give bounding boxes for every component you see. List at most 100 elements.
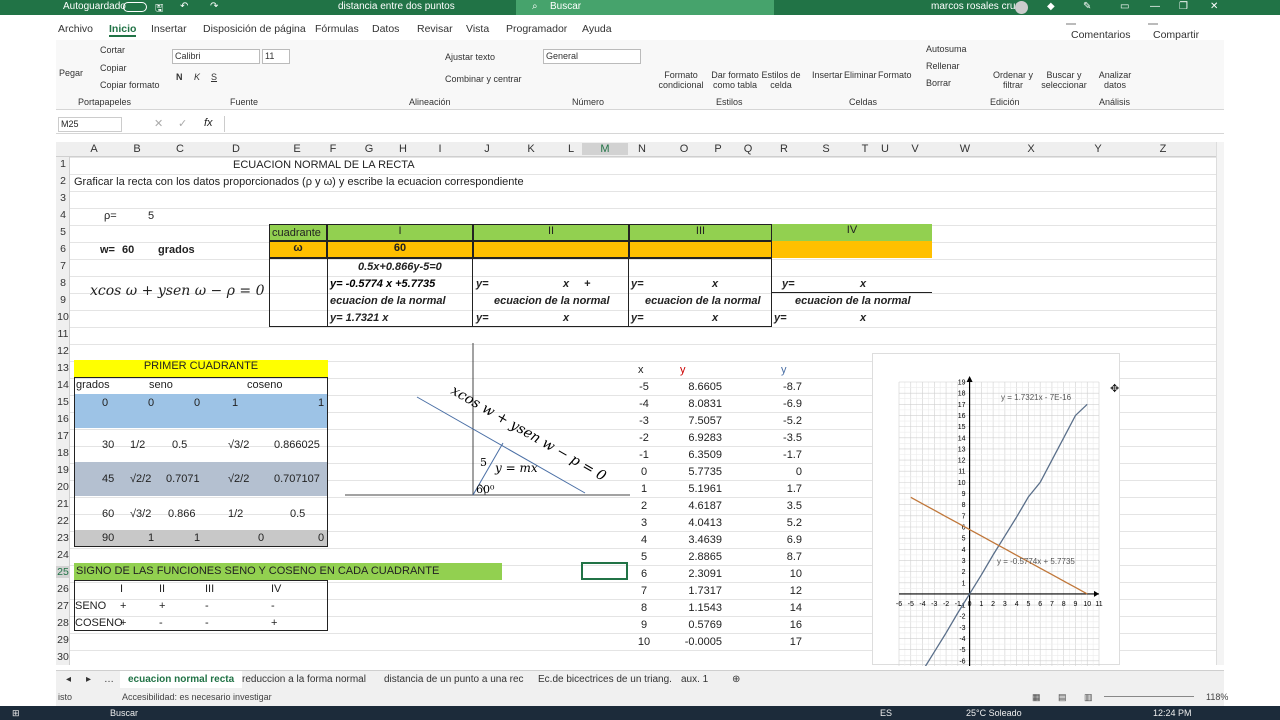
- coseno-label[interactable]: COSENO: [75, 615, 123, 631]
- clear-button[interactable]: Borrar: [926, 78, 951, 88]
- col-header[interactable]: V: [896, 143, 934, 155]
- y-value-cell[interactable]: 4.0413: [664, 515, 722, 531]
- trig-cell[interactable]: 1: [194, 530, 200, 546]
- col-header[interactable]: Y: [1066, 143, 1130, 155]
- trig-cell[interactable]: 0.5: [290, 506, 305, 522]
- x-value-cell[interactable]: -2: [630, 430, 658, 446]
- seno-sign[interactable]: -: [271, 598, 275, 614]
- trig-cell[interactable]: 90: [102, 530, 114, 546]
- tab-disposicion[interactable]: Disposición de página: [203, 23, 306, 35]
- y-value-cell[interactable]: 1.7317: [664, 583, 722, 599]
- more-sheets-icon[interactable]: …: [104, 674, 114, 685]
- omega-cell-iv[interactable]: [772, 241, 932, 258]
- y-value-cell[interactable]: 6.3509: [664, 447, 722, 463]
- trig-cell[interactable]: 0.5: [172, 437, 187, 453]
- trig-cell[interactable]: 0.7071: [166, 471, 200, 487]
- normal-eq-ii[interactable]: y=: [476, 310, 489, 326]
- tab-archivo[interactable]: Archivo: [58, 23, 93, 35]
- row-header[interactable]: 27: [56, 600, 70, 612]
- trig-cell[interactable]: 1/2: [228, 506, 243, 522]
- row-header[interactable]: 20: [56, 481, 70, 493]
- col-header[interactable]: J: [472, 143, 502, 155]
- row-header[interactable]: 3: [56, 192, 70, 204]
- col-header[interactable]: C: [156, 143, 204, 155]
- merge-center-button[interactable]: Combinar y centrar: [445, 74, 522, 84]
- trig-cell[interactable]: 0: [102, 395, 108, 411]
- quadrant-ii-header[interactable]: II: [473, 224, 629, 241]
- analyze-data-button[interactable]: Analizar datos: [1096, 70, 1134, 90]
- font-size-select[interactable]: 11: [262, 49, 290, 64]
- tab-ayuda[interactable]: Ayuda: [582, 23, 612, 35]
- trig-cell[interactable]: 30: [102, 437, 114, 453]
- x-value-cell[interactable]: 8: [630, 600, 658, 616]
- x-value-cell[interactable]: 2: [630, 498, 658, 514]
- comments-button[interactable]: Comentarios: [1066, 23, 1131, 41]
- quadrant-side-box[interactable]: [269, 258, 328, 327]
- cell-styles-button[interactable]: Estilos de celda: [760, 70, 802, 90]
- sort-filter-button[interactable]: Ordenar y filtrar: [990, 70, 1036, 90]
- y-col-header[interactable]: y: [680, 362, 686, 378]
- trig-cell[interactable]: 0: [148, 395, 154, 411]
- x-value-cell[interactable]: 3: [630, 515, 658, 531]
- col-header[interactable]: Z: [1130, 143, 1196, 155]
- col-header[interactable]: H: [398, 143, 408, 155]
- zoom-slider[interactable]: [1104, 696, 1194, 697]
- col-header[interactable]: B: [118, 143, 156, 155]
- y-value-cell[interactable]: 8.6605: [664, 379, 722, 395]
- col-header[interactable]: N: [628, 143, 656, 155]
- accessibility-status[interactable]: Accesibilidad: es necesario investigar: [122, 692, 272, 702]
- underline-button[interactable]: S: [211, 72, 217, 82]
- row-header[interactable]: 4: [56, 209, 70, 221]
- col-header[interactable]: G: [340, 143, 398, 155]
- omega-cell-ii[interactable]: [473, 241, 629, 258]
- x-value-cell[interactable]: 5: [630, 549, 658, 565]
- confirm-icon[interactable]: ✓: [178, 117, 187, 130]
- rho-label[interactable]: ρ=: [104, 208, 117, 224]
- cancel-icon[interactable]: ✕: [154, 117, 163, 130]
- tab-datos[interactable]: Datos: [372, 23, 399, 35]
- y2-value-cell[interactable]: 17: [746, 634, 802, 650]
- y-value-cell[interactable]: 8.0831: [664, 396, 722, 412]
- fill-button[interactable]: Rellenar: [926, 61, 960, 71]
- signo-hdr[interactable]: I: [120, 581, 123, 597]
- autosave-toggle[interactable]: [123, 2, 147, 12]
- col-header[interactable]: L: [560, 143, 582, 155]
- maximize-icon[interactable]: ❐: [1179, 1, 1188, 12]
- sheet-tab[interactable]: Ec.de bicectrices de un triang.: [538, 674, 672, 685]
- italic-button[interactable]: K: [194, 72, 200, 82]
- col-header[interactable]: W: [934, 143, 996, 155]
- y-value-cell[interactable]: 4.6187: [664, 498, 722, 514]
- y-value-cell[interactable]: 6.9283: [664, 430, 722, 446]
- clock[interactable]: 12:24 PM: [1153, 708, 1192, 718]
- sheet-title[interactable]: ECUACION NORMAL DE LA RECTA: [233, 157, 415, 173]
- row-header[interactable]: 11: [56, 328, 70, 340]
- y2-value-cell[interactable]: 12: [746, 583, 802, 599]
- row-header[interactable]: 8: [56, 277, 70, 289]
- col-header[interactable]: K: [502, 143, 560, 155]
- col-header[interactable]: I: [408, 143, 472, 155]
- seno-label[interactable]: SENO: [75, 598, 106, 614]
- y-value-cell[interactable]: 3.4639: [664, 532, 722, 548]
- sheet-subtitle[interactable]: Graficar la recta con los datos proporci…: [74, 174, 524, 190]
- row-header[interactable]: 17: [56, 430, 70, 442]
- normal-eq-iii[interactable]: y=: [631, 310, 644, 326]
- y2-value-cell[interactable]: -3.5: [746, 430, 802, 446]
- y-value-cell[interactable]: 7.5057: [664, 413, 722, 429]
- cut-button[interactable]: Cortar: [100, 45, 125, 55]
- row-header-selected[interactable]: 25: [56, 566, 70, 578]
- x-value-cell[interactable]: 6: [630, 566, 658, 582]
- y-eq-iii[interactable]: y=: [631, 276, 644, 292]
- row-header[interactable]: 10: [56, 311, 70, 323]
- y-value-cell[interactable]: 0.5769: [664, 617, 722, 633]
- row-header[interactable]: 21: [56, 498, 70, 510]
- row-header[interactable]: 9: [56, 294, 70, 306]
- vertical-scrollbar[interactable]: [1216, 142, 1224, 665]
- row-header[interactable]: 16: [56, 413, 70, 425]
- y-value-cell[interactable]: 2.3091: [664, 566, 722, 582]
- format-cells-button[interactable]: Formato: [878, 70, 912, 80]
- normal-eq-label-i[interactable]: ecuacion de la normal: [330, 293, 446, 309]
- col-header[interactable]: E: [268, 143, 326, 155]
- trig-cell[interactable]: 1: [148, 530, 154, 546]
- y2-value-cell[interactable]: 5.2: [746, 515, 802, 531]
- quadrant-i-header[interactable]: I: [327, 224, 473, 241]
